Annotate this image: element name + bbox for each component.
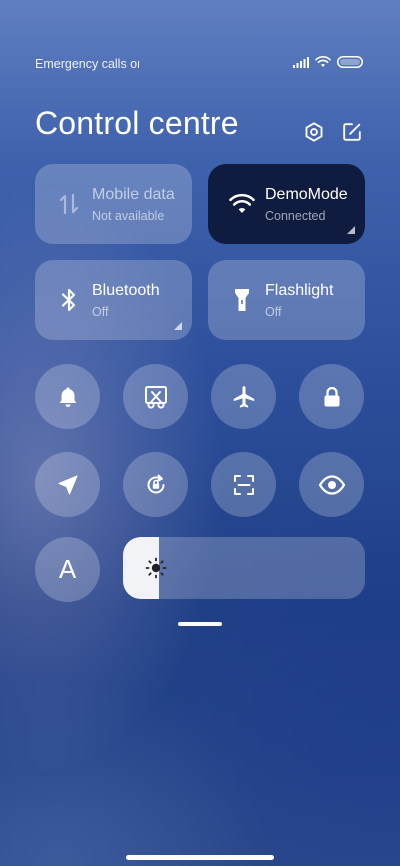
mobile-data-status: Not available bbox=[92, 209, 165, 223]
status-bar: Emergency calls only bbox=[35, 56, 363, 71]
bluetooth-tile[interactable]: Bluetooth Off bbox=[35, 260, 192, 340]
flashlight-icon bbox=[228, 286, 256, 314]
mobile-data-tile[interactable]: Mobile data Not available bbox=[35, 164, 192, 244]
signal-icon bbox=[293, 56, 309, 68]
screenshot-toggle[interactable] bbox=[123, 364, 188, 429]
rotation-lock-toggle[interactable] bbox=[123, 452, 188, 517]
auto-brightness-toggle[interactable]: A bbox=[35, 537, 100, 602]
brightness-sun-icon bbox=[145, 557, 167, 579]
edit-button[interactable] bbox=[340, 120, 364, 144]
wifi-tile[interactable]: DemoMode Connected bbox=[208, 164, 365, 244]
location-toggle[interactable] bbox=[35, 452, 100, 517]
bluetooth-icon bbox=[55, 286, 83, 314]
bluetooth-label: Bluetooth bbox=[92, 282, 160, 299]
carrier-text: Emergency calls only bbox=[35, 57, 139, 71]
bell-icon bbox=[59, 387, 76, 407]
status-icons bbox=[293, 56, 363, 68]
reading-mode-toggle[interactable] bbox=[299, 452, 364, 517]
scanner-toggle[interactable] bbox=[211, 452, 276, 517]
ringer-toggle[interactable] bbox=[35, 364, 100, 429]
settings-button[interactable] bbox=[302, 120, 326, 144]
auto-brightness-label: A bbox=[58, 554, 77, 584]
wifi-expand-indicator bbox=[347, 226, 355, 234]
eye-icon bbox=[318, 474, 345, 495]
screenshot-scissors-icon bbox=[144, 385, 167, 409]
bluetooth-status: Off bbox=[92, 305, 109, 319]
wifi-label: DemoMode bbox=[265, 186, 348, 203]
airplane-icon bbox=[233, 385, 254, 408]
lock-icon bbox=[324, 386, 339, 406]
lock-screen-toggle[interactable] bbox=[299, 364, 364, 429]
wifi-icon bbox=[228, 190, 256, 218]
flashlight-tile[interactable]: Flashlight Off bbox=[208, 260, 365, 340]
panel-handle[interactable] bbox=[178, 622, 222, 626]
edit-icon bbox=[343, 123, 361, 141]
airplane-mode-toggle[interactable] bbox=[211, 364, 276, 429]
flashlight-status: Off bbox=[265, 305, 282, 319]
battery-icon bbox=[337, 56, 363, 68]
page-title: Control centre bbox=[35, 105, 239, 141]
wifi-status-icon bbox=[315, 56, 331, 67]
mobile-data-icon bbox=[55, 190, 83, 218]
gear-icon bbox=[305, 122, 323, 142]
scan-icon bbox=[233, 474, 254, 495]
brightness-slider[interactable] bbox=[123, 537, 365, 599]
home-indicator[interactable] bbox=[126, 855, 274, 860]
flashlight-label: Flashlight bbox=[265, 282, 334, 299]
bluetooth-expand-indicator bbox=[174, 322, 182, 330]
wifi-status: Connected bbox=[265, 209, 326, 223]
rotation-lock-icon bbox=[147, 474, 164, 493]
location-icon bbox=[58, 475, 77, 494]
mobile-data-label: Mobile data bbox=[92, 186, 175, 203]
